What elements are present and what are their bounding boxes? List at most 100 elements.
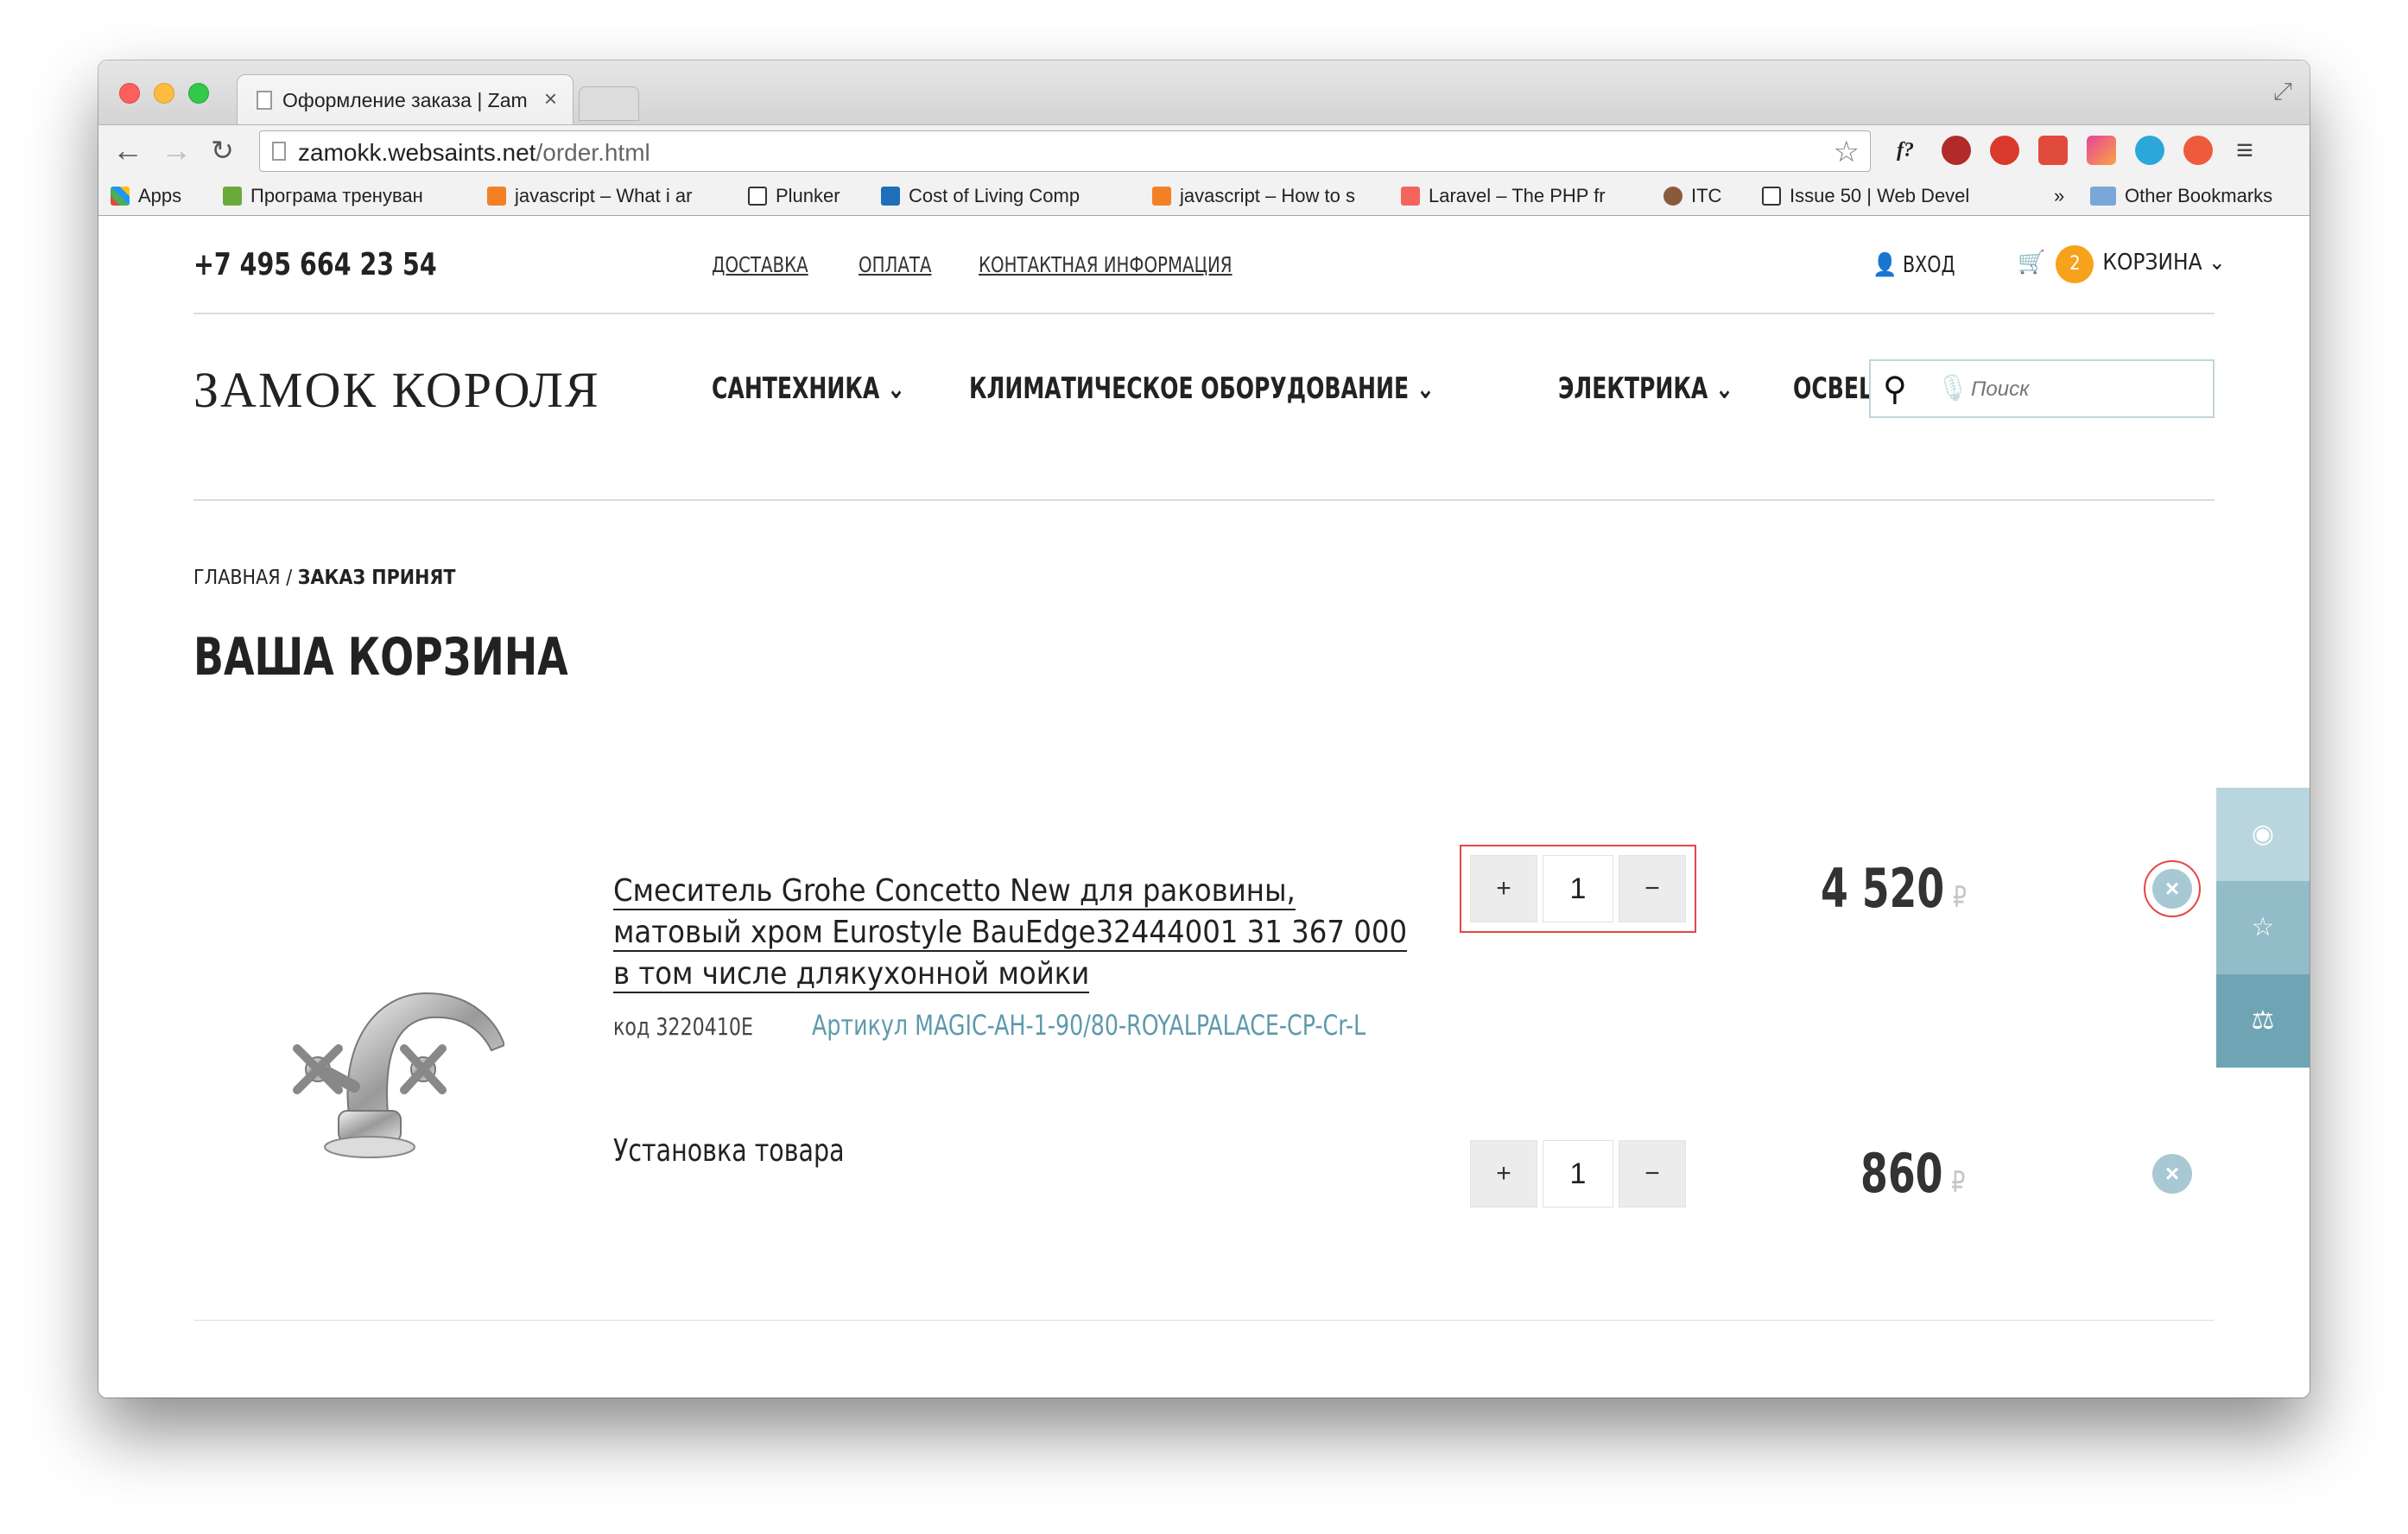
reload-icon[interactable]: ↻ — [211, 134, 234, 167]
quantity-input[interactable]: 1 — [1543, 855, 1613, 922]
link-payment[interactable]: ОПЛАТА — [859, 252, 932, 277]
browser-toolbar: ← → ↻ zamokk.websaints.net/order.html ☆ … — [98, 124, 2310, 176]
viewed-eye-icon[interactable]: ◉ — [2216, 788, 2310, 881]
login-label: ВХОД — [1903, 252, 1955, 278]
bookmark-label: Other Bookmarks — [2125, 185, 2273, 206]
cart-label: КОРЗИНА — [2102, 250, 2202, 276]
other-bookmarks[interactable]: Other Bookmarks — [2090, 185, 2272, 207]
url-text[interactable]: zamokk.websaints.net/order.html — [298, 139, 650, 167]
address-bar[interactable]: zamokk.websaints.net/order.html ☆ — [259, 130, 1871, 172]
site-logo[interactable]: ЗАМОК КОРОЛЯ — [193, 361, 600, 419]
bookmark-item[interactable]: Cost of Living Comp — [881, 185, 1123, 207]
zoom-window-button[interactable] — [188, 83, 209, 104]
tab-title: Оформление заказа | Zam — [282, 89, 528, 111]
evernote-icon — [223, 187, 242, 206]
browser-tab[interactable]: Оформление заказа | Zam × — [237, 74, 573, 124]
back-icon[interactable]: ← — [112, 132, 143, 168]
bookmark-item[interactable]: javascript – How to s — [1152, 185, 1385, 207]
new-tab-button[interactable] — [579, 86, 639, 121]
stackoverflow-icon — [487, 187, 506, 206]
forward-icon[interactable]: → — [161, 132, 192, 168]
breadcrumb-current: ЗАКАЗ ПРИНЯТ — [297, 567, 456, 589]
gmail-icon[interactable] — [2038, 136, 2068, 165]
tab-strip: Оформление заказа | Zam × ⤢ — [98, 60, 2310, 124]
menu-icon[interactable]: ≡ — [2230, 136, 2259, 165]
price-value: 860 — [1860, 1142, 1943, 1205]
folder-icon — [2090, 187, 2116, 206]
product-image-faucet[interactable] — [245, 941, 504, 1166]
nav-item-plumbing[interactable]: САНТЕХНИКА ⌄ — [712, 371, 905, 406]
breadcrumb-home[interactable]: ГЛАВНАЯ — [193, 567, 281, 589]
itc-icon — [1663, 187, 1682, 206]
bookmark-label: javascript – How to s — [1180, 185, 1355, 206]
divider — [193, 1320, 2215, 1321]
bookmark-item[interactable]: javascript – What i ar — [487, 185, 712, 207]
laravel-icon — [1401, 187, 1420, 206]
divider — [193, 499, 2215, 501]
bookmark-label: Issue 50 | Web Devel — [1790, 185, 1970, 206]
apps-grid-icon — [111, 187, 130, 206]
service-price: 860 ₽ — [1860, 1142, 1965, 1205]
bookmark-label: Cost of Living Comp — [909, 185, 1080, 206]
search-input[interactable] — [1971, 373, 2204, 406]
user-icon: 👤 — [1873, 252, 1898, 278]
product-code: код 3220410E — [613, 1012, 754, 1041]
fullscreen-icon[interactable]: ⤢ — [2273, 78, 2292, 106]
chevron-down-icon: ⌄ — [2208, 250, 2226, 276]
product-price: 4 520 ₽ — [1821, 857, 1967, 920]
product-title: Смеситель Grohe Concetto New для раковин… — [613, 873, 1408, 993]
quantity-increase-button[interactable]: + — [1470, 855, 1537, 922]
quantity-decrease-button[interactable]: − — [1619, 1140, 1686, 1208]
bookmark-item[interactable]: ITC — [1663, 185, 1721, 207]
compare-scales-icon[interactable]: ⚖ — [2216, 974, 2310, 1068]
chevron-down-icon: ⌄ — [887, 371, 906, 406]
fontface-extension-icon[interactable]: f? — [1886, 136, 1924, 165]
main-nav: САНТЕХНИКА ⌄ КЛИМАТИЧЕСКОЕ ОБОРУДОВАНИЕ … — [712, 371, 2037, 406]
remove-item-icon[interactable]: × — [2152, 869, 2192, 909]
cart-count-badge: 2 — [2056, 245, 2094, 283]
product-article-link[interactable]: Артикул MAGIC-AH-1-90/80-ROYALPALACE-CP-… — [812, 1009, 1366, 1042]
bookmark-label: javascript – What i ar — [515, 185, 693, 206]
extension-icon-stop[interactable] — [1990, 136, 2019, 165]
favorites-star-icon[interactable]: ☆ — [2216, 881, 2310, 974]
search-icon[interactable]: ⚲ — [1883, 370, 1907, 409]
quantity-input[interactable]: 1 — [1543, 1140, 1613, 1208]
bookmark-star-icon[interactable]: ☆ — [1834, 135, 1860, 169]
extension-icon-color[interactable] — [2087, 136, 2116, 165]
bookmark-item[interactable]: Програма тренуван — [223, 185, 456, 207]
extension-icon-eye[interactable] — [2135, 136, 2164, 165]
plunker-icon — [748, 187, 767, 206]
quantity-decrease-button[interactable]: − — [1619, 855, 1686, 922]
close-window-button[interactable] — [119, 83, 140, 104]
extension-icon-hat[interactable] — [1942, 136, 1971, 165]
login-link[interactable]: 👤 ВХОД — [1873, 252, 1955, 278]
link-delivery[interactable]: ДОСТАВКА — [712, 252, 808, 277]
service-title: Установка товара — [613, 1133, 845, 1169]
quantity-increase-button[interactable]: + — [1470, 1140, 1537, 1208]
bookmark-label: Програма тренуван — [250, 185, 423, 206]
nav-label: САНТЕХНИКА — [712, 371, 880, 406]
bookmark-apps[interactable]: Apps — [111, 185, 181, 207]
browser-window: Оформление заказа | Zam × ⤢ ← → ↻ zamokk… — [98, 60, 2310, 1398]
link-contacts[interactable]: КОНТАКТНАЯ ИНФОРМАЦИЯ — [979, 252, 1233, 277]
bookmark-item[interactable]: Plunker — [748, 185, 840, 207]
nav-label: ЭЛЕКТРИКА — [1557, 371, 1708, 406]
bookmarks-overflow-button[interactable]: » — [2054, 185, 2064, 207]
microphone-icon[interactable]: 🎙 — [1936, 373, 1969, 403]
product-title-link[interactable]: Смеситель Grohe Concetto New для раковин… — [613, 871, 1425, 995]
bookmark-item[interactable]: Issue 50 | Web Devel — [1762, 185, 2004, 207]
cart-link[interactable]: 🛒 2 КОРЗИНА ⌄ — [2018, 245, 2226, 283]
nav-item-electrics[interactable]: ЭЛЕКТРИКА ⌄ — [1558, 371, 1733, 406]
remove-item-icon[interactable]: × — [2152, 1154, 2192, 1194]
tab-close-icon[interactable]: × — [544, 86, 557, 112]
bookmarks-bar: Apps Програма тренуван javascript – What… — [98, 176, 2310, 216]
extension-icon-camera[interactable] — [2183, 136, 2213, 165]
phone-number[interactable]: +7 495 664 23 54 — [193, 247, 437, 282]
numbeo-icon — [881, 187, 900, 206]
bookmark-label: Apps — [138, 185, 182, 206]
bookmark-item[interactable]: Laravel – The PHP fr — [1401, 185, 1634, 207]
nav-item-climate[interactable]: КЛИМАТИЧЕСКОЕ ОБОРУДОВАНИЕ ⌄ — [969, 371, 1435, 406]
divider — [193, 313, 2215, 314]
web-page: +7 495 664 23 54 ДОСТАВКА ОПЛАТА КОНТАКТ… — [98, 216, 2310, 1398]
minimize-window-button[interactable] — [154, 83, 174, 104]
